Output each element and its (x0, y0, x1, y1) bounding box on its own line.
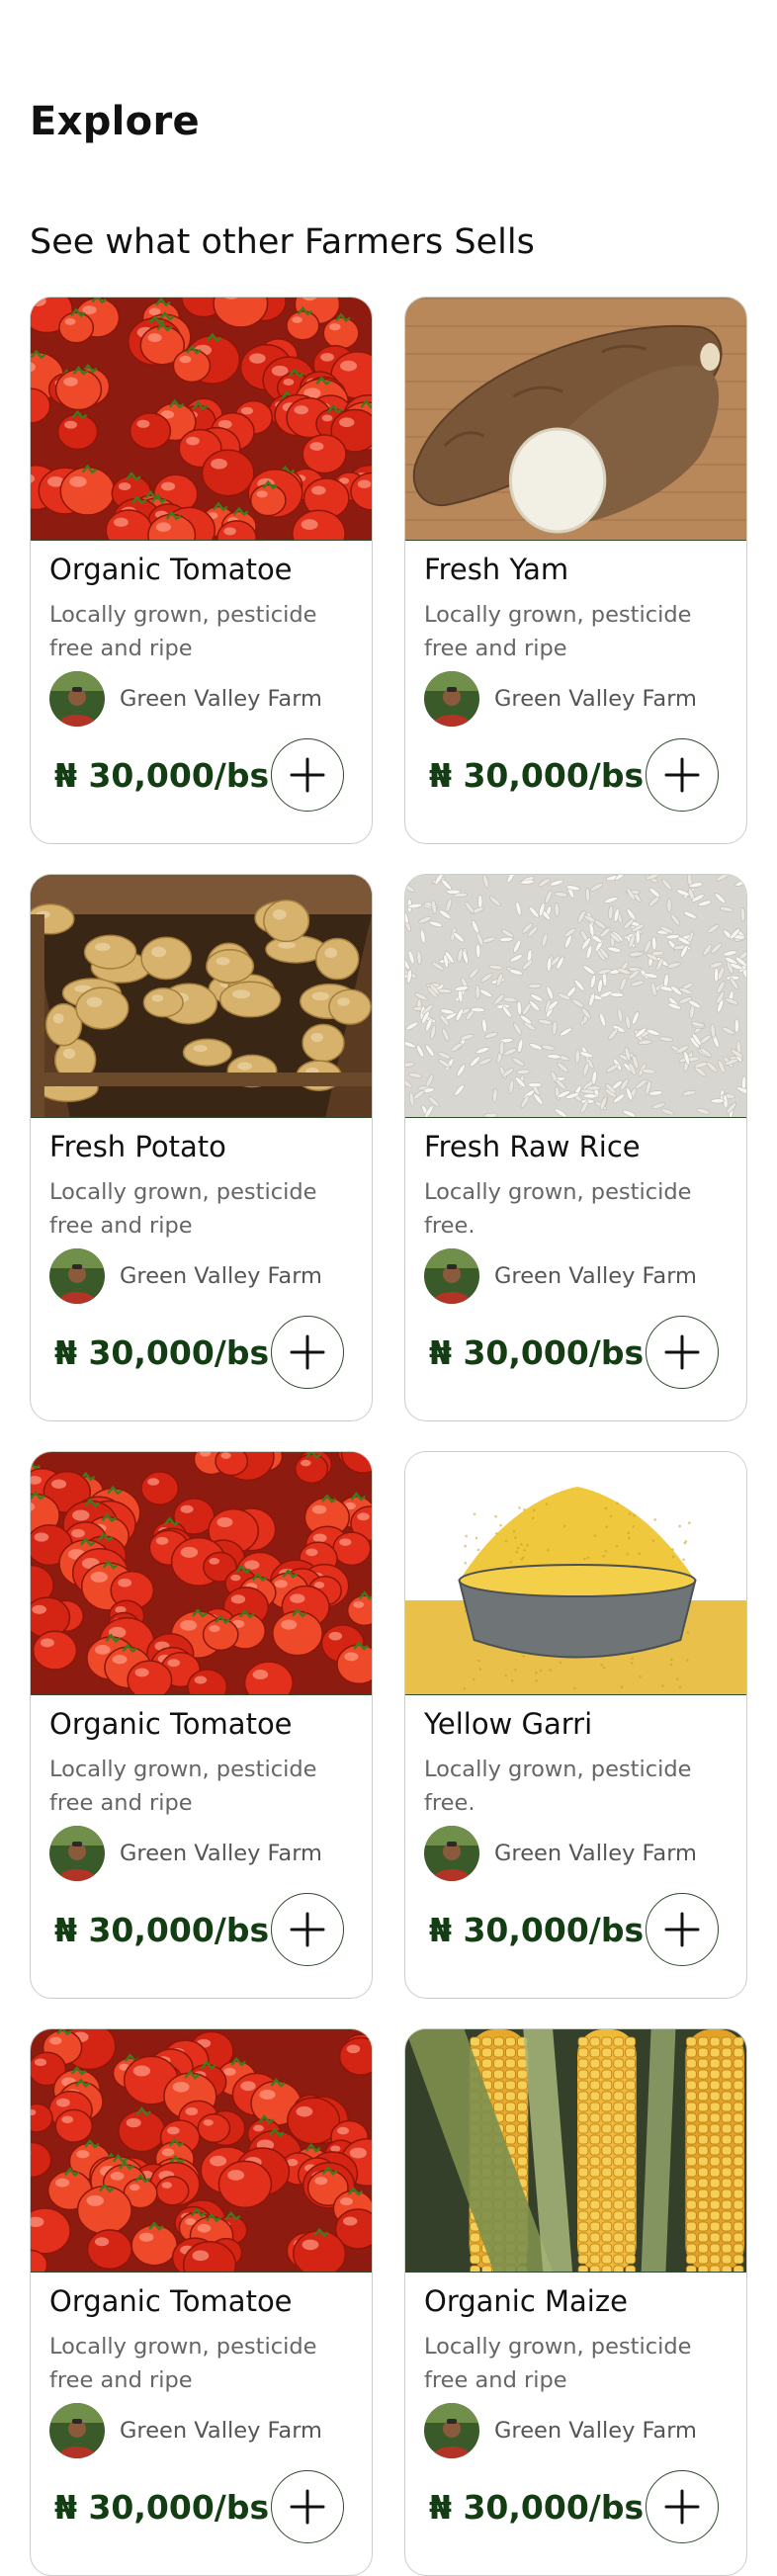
product-description: Locally grown, pesticide free and ripe (49, 1175, 346, 1243)
seller-avatar (49, 1248, 105, 1304)
seller-name: Green Valley Farm (494, 1263, 697, 1289)
garri-image (405, 1452, 746, 1694)
add-to-cart-button[interactable] (271, 1316, 344, 1389)
add-to-cart-button[interactable] (646, 1893, 719, 1966)
seller-name: Green Valley Farm (120, 2418, 322, 2444)
product-title: Organic Tomatoe (49, 2284, 293, 2318)
product-card-2[interactable]: Fresh Yam Locally grown, pesticide free … (404, 297, 747, 844)
plus-icon (290, 1912, 325, 1947)
product-image (31, 2029, 372, 2273)
plus-icon (290, 757, 325, 793)
seller-info[interactable]: Green Valley Farm (424, 1826, 697, 1881)
section-title: See what other Farmers Sells (30, 222, 535, 262)
product-image (31, 1452, 372, 1695)
product-title: Organic Tomatoe (49, 553, 293, 586)
seller-name: Green Valley Farm (494, 1841, 697, 1866)
product-title: Yellow Garri (424, 1707, 592, 1741)
add-to-cart-button[interactable] (271, 2470, 344, 2543)
add-to-cart-button[interactable] (646, 1316, 719, 1389)
seller-info[interactable]: Green Valley Farm (49, 2403, 322, 2458)
seller-avatar (49, 2403, 105, 2458)
product-grid: Organic Tomatoe Locally grown, pesticide… (30, 297, 747, 2576)
plus-icon (290, 2489, 325, 2525)
product-card-7[interactable]: Organic Tomatoe Locally grown, pesticide… (30, 2028, 373, 2576)
product-card-6[interactable]: Yellow Garri Locally grown, pesticide fr… (404, 1451, 747, 1999)
product-price: ₦ 30,000/bs (429, 1911, 644, 1949)
product-description: Locally grown, pesticide free and ripe (424, 598, 721, 665)
seller-avatar (424, 1248, 479, 1304)
seller-avatar (49, 671, 105, 727)
seller-info[interactable]: Green Valley Farm (424, 671, 697, 727)
product-description: Locally grown, pesticide free and ripe (49, 2330, 346, 2397)
product-price: ₦ 30,000/bs (429, 2488, 644, 2527)
product-title: Organic Maize (424, 2284, 628, 2318)
product-title: Fresh Yam (424, 553, 568, 586)
product-description: Locally grown, pesticide free and ripe (49, 1753, 346, 1820)
page-title: Explore (30, 99, 200, 144)
potatoes-image (31, 875, 372, 1117)
product-title: Fresh Potato (49, 1130, 226, 1163)
seller-name: Green Valley Farm (120, 1263, 322, 1289)
product-title: Fresh Raw Rice (424, 1130, 641, 1163)
plus-icon (664, 757, 700, 793)
product-image (405, 2029, 746, 2273)
seller-info[interactable]: Green Valley Farm (49, 1248, 322, 1304)
product-card-4[interactable]: Fresh Raw Rice Locally grown, pesticide … (404, 874, 747, 1421)
product-card-1[interactable]: Organic Tomatoe Locally grown, pesticide… (30, 297, 373, 844)
plus-icon (664, 1334, 700, 1370)
plus-icon (664, 2489, 700, 2525)
add-to-cart-button[interactable] (646, 738, 719, 812)
add-to-cart-button[interactable] (646, 2470, 719, 2543)
seller-avatar (424, 2403, 479, 2458)
add-to-cart-button[interactable] (271, 1893, 344, 1966)
seller-name: Green Valley Farm (120, 1841, 322, 1866)
maize-image (405, 2029, 746, 2272)
add-to-cart-button[interactable] (271, 738, 344, 812)
product-card-3[interactable]: Fresh Potato Locally grown, pesticide fr… (30, 874, 373, 1421)
seller-name: Green Valley Farm (120, 686, 322, 712)
product-price: ₦ 30,000/bs (54, 756, 269, 795)
product-price: ₦ 30,000/bs (54, 2488, 269, 2527)
product-title: Organic Tomatoe (49, 1707, 293, 1741)
seller-info[interactable]: Green Valley Farm (49, 1826, 322, 1881)
product-price: ₦ 30,000/bs (429, 756, 644, 795)
plus-icon (290, 1334, 325, 1370)
product-price: ₦ 30,000/bs (429, 1333, 644, 1372)
yam-image (405, 298, 746, 540)
rice-image (405, 875, 746, 1117)
seller-name: Green Valley Farm (494, 2418, 697, 2444)
seller-info[interactable]: Green Valley Farm (424, 1248, 697, 1304)
product-description: Locally grown, pesticide free. (424, 1175, 721, 1243)
product-image (405, 875, 746, 1118)
tomatoes-image (31, 1452, 372, 1694)
product-card-5[interactable]: Organic Tomatoe Locally grown, pesticide… (30, 1451, 373, 1999)
product-description: Locally grown, pesticide free and ripe (424, 2330, 721, 2397)
seller-info[interactable]: Green Valley Farm (424, 2403, 697, 2458)
product-price: ₦ 30,000/bs (54, 1333, 269, 1372)
product-description: Locally grown, pesticide free and ripe (49, 598, 346, 665)
product-description: Locally grown, pesticide free. (424, 1753, 721, 1820)
product-image (405, 1452, 746, 1695)
seller-avatar (49, 1826, 105, 1881)
product-card-8[interactable]: Organic Maize Locally grown, pesticide f… (404, 2028, 747, 2576)
seller-avatar (424, 1826, 479, 1881)
tomatoes-image (31, 2029, 372, 2272)
seller-name: Green Valley Farm (494, 686, 697, 712)
tomatoes-image (31, 298, 372, 540)
seller-avatar (424, 671, 479, 727)
product-image (405, 298, 746, 541)
product-image (31, 298, 372, 541)
product-image (31, 875, 372, 1118)
product-price: ₦ 30,000/bs (54, 1911, 269, 1949)
seller-info[interactable]: Green Valley Farm (49, 671, 322, 727)
plus-icon (664, 1912, 700, 1947)
